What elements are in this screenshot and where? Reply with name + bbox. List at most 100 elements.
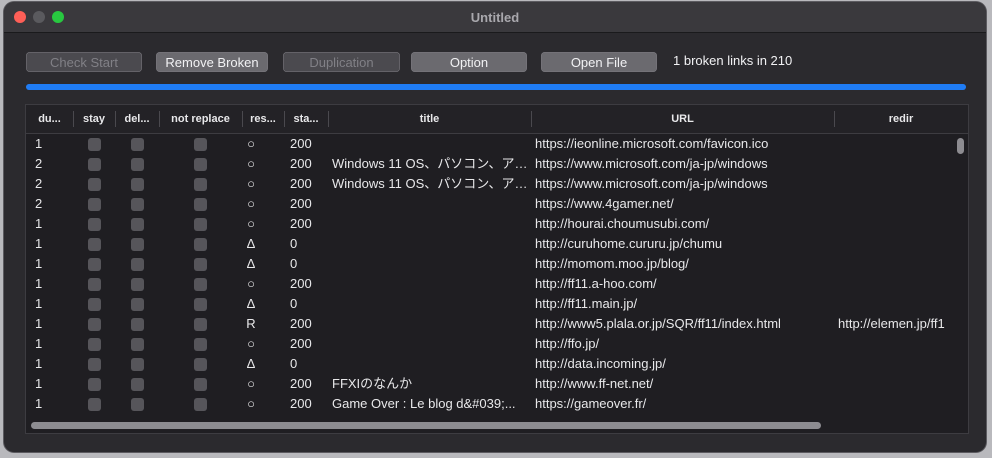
check-start-button[interactable]: Check Start [26,52,142,72]
delete-checkbox[interactable] [131,178,144,191]
delete-checkbox[interactable] [131,238,144,251]
duplicate-count-cell: 1 [35,336,43,351]
column-divider[interactable] [115,111,116,127]
duplicate-count-cell: 1 [35,396,43,411]
not-replace-checkbox[interactable] [194,238,207,251]
table-row[interactable]: 2 ○ 200 Windows 11 OS、パソコン、ア… https://www.mi… [26,174,956,194]
table-row[interactable]: 1 Δ 0 http://curuhome.cururu.jp/chumu [26,234,956,254]
title-cell [332,194,528,214]
table-row[interactable]: 1 Δ 0 http://ff11.main.jp/ [26,294,956,314]
redirect-cell [838,394,954,414]
stay-checkbox[interactable] [88,398,101,411]
delete-checkbox[interactable] [131,398,144,411]
column-divider[interactable] [531,111,532,127]
not-replace-checkbox[interactable] [194,158,207,171]
remove-broken-button[interactable]: Remove Broken [156,52,268,72]
col-title-header[interactable]: title [328,105,531,133]
table-row[interactable]: 1 ○ 200 http://hourai.choumusubi.com/ [26,214,956,234]
result-cell: ○ [247,136,255,151]
table-row[interactable]: 2 ○ 200 https://www.4gamer.net/ [26,194,956,214]
stay-checkbox[interactable] [88,178,101,191]
delete-checkbox[interactable] [131,198,144,211]
stay-checkbox[interactable] [88,338,101,351]
result-cell: Δ [246,236,256,251]
result-cell: ○ [247,196,255,211]
duplication-button[interactable]: Duplication [283,52,400,72]
url-cell: http://hourai.choumusubi.com/ [535,216,710,231]
stay-checkbox[interactable] [88,278,101,291]
vertical-scrollbar-thumb[interactable] [957,138,964,154]
delete-checkbox[interactable] [131,158,144,171]
delete-checkbox[interactable] [131,338,144,351]
delete-checkbox[interactable] [131,138,144,151]
stay-checkbox[interactable] [88,158,101,171]
stay-checkbox[interactable] [88,238,101,251]
delete-checkbox[interactable] [131,218,144,231]
not-replace-checkbox[interactable] [194,398,207,411]
column-divider[interactable] [73,111,74,127]
stay-checkbox[interactable] [88,318,101,331]
horizontal-scrollbar-thumb[interactable] [31,422,821,429]
stay-checkbox[interactable] [88,218,101,231]
col-duplicate-header[interactable]: du... [26,105,73,133]
stay-checkbox[interactable] [88,198,101,211]
horizontal-scrollbar[interactable] [26,417,954,433]
url-cell: http://momom.moo.jp/blog/ [535,256,689,271]
stay-checkbox[interactable] [88,138,101,151]
stay-checkbox[interactable] [88,358,101,371]
stay-checkbox[interactable] [88,378,101,391]
table-row[interactable]: 2 ○ 200 Windows 11 OS、パソコン、ア… https://www.mi… [26,154,956,174]
col-not-replace-header[interactable]: not replace [159,105,242,133]
column-divider[interactable] [284,111,285,127]
column-divider[interactable] [159,111,160,127]
delete-checkbox[interactable] [131,318,144,331]
col-result-header[interactable]: res... [242,105,284,133]
status-code-cell: 200 [290,316,312,331]
redirect-cell [838,174,954,194]
table-row[interactable]: 1 ○ 200 Game Over : Le blog d&#039;... https… [26,394,956,414]
table-row[interactable]: 1 Δ 0 http://momom.moo.jp/blog/ [26,254,956,274]
not-replace-checkbox[interactable] [194,198,207,211]
not-replace-checkbox[interactable] [194,298,207,311]
delete-checkbox[interactable] [131,358,144,371]
delete-checkbox[interactable] [131,278,144,291]
url-cell: https://www.microsoft.com/ja-jp/windows [535,176,768,191]
table-row[interactable]: 1 ○ 200 http://ffo.jp/ [26,334,956,354]
redirect-cell [838,254,954,274]
not-replace-checkbox[interactable] [194,178,207,191]
not-replace-checkbox[interactable] [194,278,207,291]
not-replace-checkbox[interactable] [194,358,207,371]
table-row[interactable]: 1 R 200 http://www5.plala.or.jp/SQR/ff11/in… [26,314,956,334]
column-divider[interactable] [328,111,329,127]
not-replace-checkbox[interactable] [194,138,207,151]
result-cell: ○ [247,276,255,291]
not-replace-checkbox[interactable] [194,318,207,331]
col-delete-header[interactable]: del... [115,105,159,133]
not-replace-checkbox[interactable] [194,218,207,231]
col-url-header[interactable]: URL [531,105,834,133]
option-button[interactable]: Option [411,52,527,72]
delete-checkbox[interactable] [131,258,144,271]
table-row[interactable]: 1 ○ 200 FFXIのなんか http://www.ff-net.net/ [26,374,956,394]
result-cell: ○ [247,156,255,171]
delete-checkbox[interactable] [131,298,144,311]
duplicate-count-cell: 2 [35,176,43,191]
stay-checkbox[interactable] [88,258,101,271]
column-divider[interactable] [242,111,243,127]
delete-checkbox[interactable] [131,378,144,391]
status-code-cell: 200 [290,196,312,211]
table-row[interactable]: 1 Δ 0 http://data.incoming.jp/ [26,354,956,374]
table-row[interactable]: 1 ○ 200 https://ieonline.microsoft.com/favi… [26,134,956,154]
stay-checkbox[interactable] [88,298,101,311]
col-status-header[interactable]: sta... [284,105,328,133]
open-file-button[interactable]: Open File [541,52,657,72]
column-divider[interactable] [834,111,835,127]
not-replace-checkbox[interactable] [194,378,207,391]
result-cell: ○ [247,396,255,411]
vertical-scrollbar[interactable] [954,134,968,433]
table-row[interactable]: 1 ○ 200 http://ff11.a-hoo.com/ [26,274,956,294]
not-replace-checkbox[interactable] [194,258,207,271]
not-replace-checkbox[interactable] [194,338,207,351]
col-redirect-header[interactable]: redir [834,105,968,133]
col-stay-header[interactable]: stay [73,105,115,133]
